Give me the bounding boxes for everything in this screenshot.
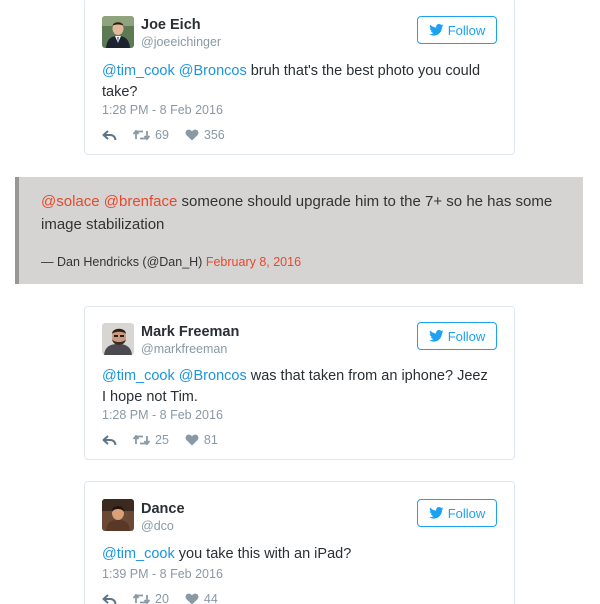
retweet-count: 20 (155, 592, 169, 604)
mention-link[interactable]: @solace (41, 193, 100, 210)
tweet-card: Joe Eich @joeeichinger Follow @tim_cook … (84, 0, 515, 155)
mention-link[interactable]: @brenface (104, 193, 178, 210)
quote-text: @solace @brenface someone should upgrade… (41, 190, 571, 236)
tweet-card: Dance @dco Follow @tim_cook you take thi… (84, 481, 515, 604)
tweet-actions: 69 356 (102, 127, 225, 143)
author-handle[interactable]: @markfreeman (141, 342, 227, 356)
reply-button[interactable] (102, 593, 117, 604)
follow-button[interactable]: Follow (417, 16, 497, 44)
reply-icon (102, 593, 117, 604)
author-handle[interactable]: @dco (141, 519, 174, 533)
author-name[interactable]: Dance (141, 501, 185, 517)
mention-link[interactable]: @tim_cook (102, 63, 175, 79)
like-count: 81 (203, 433, 218, 447)
reply-button[interactable] (102, 129, 117, 141)
tweet-actions: 25 81 (102, 432, 218, 448)
follow-label: Follow (447, 328, 486, 344)
follow-label: Follow (447, 22, 486, 38)
heart-icon (185, 593, 199, 604)
mention-link[interactable]: @Broncos (179, 368, 247, 384)
like-count: 44 (203, 592, 218, 604)
avatar[interactable] (102, 499, 134, 531)
like-count: 356 (203, 128, 225, 142)
follow-label: Follow (447, 505, 486, 521)
mention-link[interactable]: @Broncos (179, 63, 247, 79)
like-button[interactable]: 356 (185, 128, 225, 142)
avatar[interactable] (102, 323, 134, 355)
retweet-count: 25 (155, 433, 169, 447)
like-button[interactable]: 81 (185, 433, 218, 447)
twitter-bird-icon (429, 24, 444, 36)
retweet-icon (133, 593, 150, 604)
tweet-text: @tim_cook you take this with an iPad? (102, 544, 492, 565)
tweet-text: @tim_cook @Broncos was that taken from a… (102, 366, 492, 408)
retweet-button[interactable]: 20 (133, 592, 169, 604)
reply-icon (102, 129, 117, 140)
quote-citation: — Dan Hendricks (@Dan_H) February 8, 201… (41, 255, 301, 269)
bearded-man-avatar-icon (102, 323, 134, 355)
retweet-button[interactable]: 69 (133, 128, 169, 142)
mention-link[interactable]: @tim_cook (102, 546, 175, 562)
like-button[interactable]: 44 (185, 592, 218, 604)
tweet-actions: 20 44 (102, 591, 218, 604)
heart-icon (185, 129, 199, 141)
timestamp-link[interactable]: 1:28 PM - 8 Feb 2016 (102, 408, 223, 422)
heart-icon (185, 434, 199, 446)
person-avatar-icon (102, 499, 134, 531)
twitter-bird-icon (429, 330, 444, 342)
reply-icon (102, 434, 117, 445)
timestamp-link[interactable]: 1:28 PM - 8 Feb 2016 (102, 103, 223, 117)
twitter-bird-icon (429, 507, 444, 519)
retweet-button[interactable]: 25 (133, 433, 169, 447)
retweet-count: 69 (155, 128, 169, 142)
author-name[interactable]: Mark Freeman (141, 324, 239, 340)
mention-link[interactable]: @tim_cook (102, 368, 175, 384)
avatar[interactable] (102, 16, 134, 48)
blockquote: @solace @brenface someone should upgrade… (15, 177, 583, 284)
tweet-card: Mark Freeman @markfreeman Follow @tim_co… (84, 306, 515, 460)
author-name[interactable]: Joe Eich (141, 17, 201, 33)
tweet-body: you take this with an iPad? (174, 546, 352, 562)
quote-date-link[interactable]: February 8, 2016 (206, 255, 301, 269)
follow-button[interactable]: Follow (417, 322, 497, 350)
retweet-icon (133, 434, 150, 446)
author-handle[interactable]: @joeeichinger (141, 35, 221, 49)
tweet-text: @tim_cook @Broncos bruh that's the best … (102, 61, 492, 103)
man-in-suit-avatar-icon (102, 16, 134, 48)
timestamp-link[interactable]: 1:39 PM - 8 Feb 2016 (102, 567, 223, 581)
retweet-icon (133, 129, 150, 141)
reply-button[interactable] (102, 434, 117, 446)
quote-author: — Dan Hendricks (@Dan_H) (41, 255, 203, 269)
follow-button[interactable]: Follow (417, 499, 497, 527)
